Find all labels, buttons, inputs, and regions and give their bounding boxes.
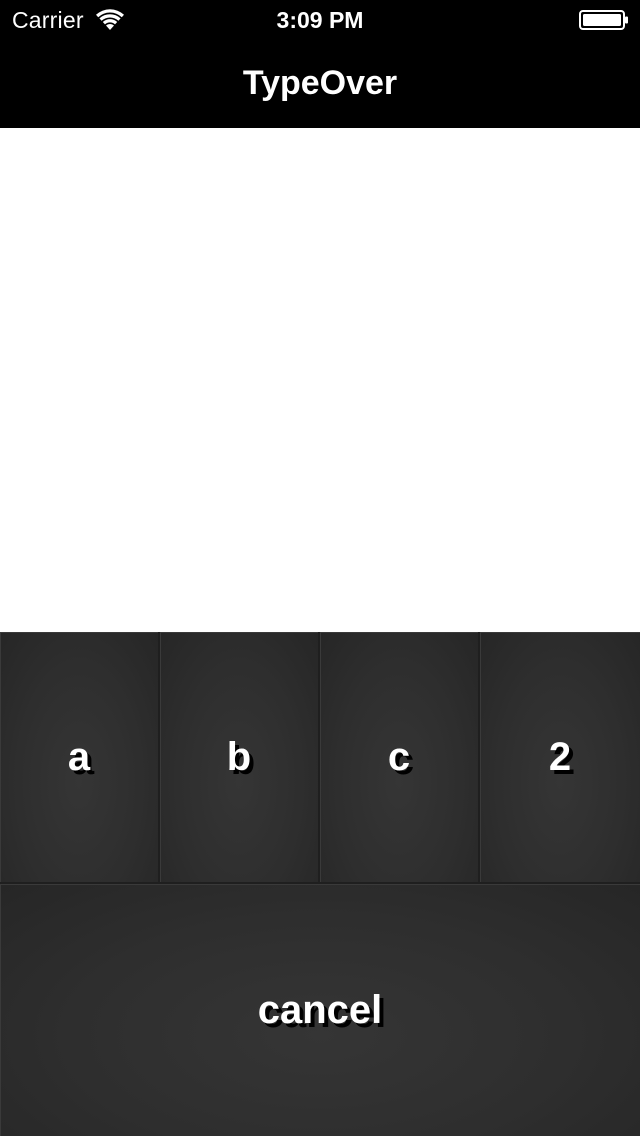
key-label: a — [67, 734, 91, 779]
key-label: 2 — [548, 734, 572, 779]
app-screen: Carrier 3:09 PM TypeOver a b c 2 cancel — [0, 0, 640, 1136]
key-panel: a b c 2 cancel — [0, 632, 640, 1136]
status-time: 3:09 PM — [276, 7, 364, 33]
key-a-button[interactable]: a — [0, 632, 160, 884]
key-label: b — [226, 734, 252, 779]
key-b-button[interactable]: b — [160, 632, 320, 884]
key-label: c — [387, 734, 411, 779]
key-2-button[interactable]: 2 — [480, 632, 640, 884]
nav-title: TypeOver — [242, 64, 398, 102]
status-bar: Carrier 3:09 PM — [0, 0, 640, 40]
key-c-button[interactable]: c — [320, 632, 480, 884]
navigation-bar: TypeOver — [0, 40, 640, 128]
content-area[interactable] — [0, 128, 640, 632]
cancel-button[interactable]: cancel — [0, 884, 640, 1136]
cancel-label: cancel — [257, 987, 383, 1032]
battery-icon — [579, 10, 629, 30]
